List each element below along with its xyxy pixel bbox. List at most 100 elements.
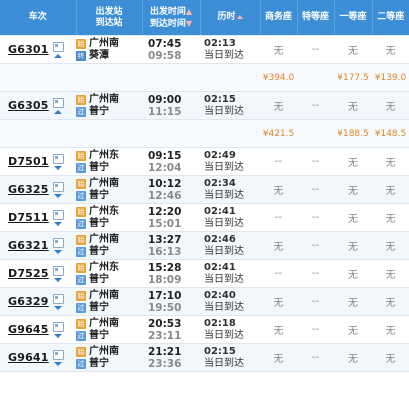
ticket-card-icon[interactable] xyxy=(52,293,64,304)
chevron-up-icon[interactable] xyxy=(54,109,63,114)
seat-special[interactable]: -- xyxy=(297,175,334,204)
ticket-card-icon[interactable] xyxy=(52,181,64,192)
seat-special[interactable]: -- xyxy=(297,287,334,316)
header-times[interactable]: 出发时间▲ 到达时间▼ xyxy=(142,0,201,36)
ticket-card-icon[interactable] xyxy=(52,97,64,108)
seat-first[interactable]: 无 xyxy=(334,203,372,232)
header-stations[interactable]: 出发站 到达站 xyxy=(76,0,143,36)
seat-business[interactable]: 无 xyxy=(260,231,297,260)
ticket-card-icon[interactable] xyxy=(52,237,64,248)
chevron-down-icon[interactable] xyxy=(54,361,63,366)
seat-second[interactable]: 无 xyxy=(372,175,409,204)
seat-first[interactable]: 无 xyxy=(334,259,372,288)
seat-business[interactable]: 无 xyxy=(260,287,297,316)
seat-second[interactable]: 无 xyxy=(372,147,409,176)
train-number-link[interactable]: D7511 xyxy=(8,211,49,224)
train-number-link[interactable]: G6305 xyxy=(8,99,49,112)
train-number-link[interactable]: D7501 xyxy=(8,155,49,168)
to-station: 普宁 xyxy=(89,329,109,341)
train-number-link[interactable]: G9645 xyxy=(8,323,49,336)
train-cell: D7525 xyxy=(0,259,76,288)
seat-special[interactable]: -- xyxy=(297,203,334,232)
seat-second[interactable]: 无 xyxy=(372,259,409,288)
start-station-badge: 始 xyxy=(76,178,86,189)
chevron-down-icon[interactable] xyxy=(54,333,63,338)
arrive-time: 23:36 xyxy=(148,357,182,370)
price-first: ¥177.5 xyxy=(334,63,372,92)
arrive-day: 当日到达 xyxy=(204,105,244,117)
seat-business[interactable]: 无 xyxy=(260,175,297,204)
header-first[interactable]: 一等座 xyxy=(334,0,373,36)
train-number-link[interactable]: G6321 xyxy=(8,239,49,252)
seat-special[interactable]: -- xyxy=(297,35,334,64)
seat-business[interactable]: -- xyxy=(260,147,297,176)
seat-first[interactable]: 无 xyxy=(334,147,372,176)
seat-first[interactable]: 无 xyxy=(334,231,372,260)
ticket-card-icon[interactable] xyxy=(52,349,64,360)
train-number-link[interactable]: G6329 xyxy=(8,295,49,308)
chevron-up-icon[interactable] xyxy=(54,53,63,58)
duration-cell: 02:41 当日到达 xyxy=(200,259,260,288)
seat-special[interactable]: -- xyxy=(297,91,334,120)
seat-second[interactable]: 无 xyxy=(372,343,409,372)
arrive-time: 23:11 xyxy=(148,329,182,342)
ticket-card-icon[interactable] xyxy=(52,41,64,52)
train-number-link[interactable]: G6301 xyxy=(8,43,49,56)
header-train[interactable]: 车次 xyxy=(0,0,77,36)
stations-cell: 始广州东过普宁 xyxy=(76,259,142,288)
seat-business[interactable]: -- xyxy=(260,203,297,232)
ticket-card-icon[interactable] xyxy=(52,153,64,164)
train-cell: G6301 xyxy=(0,35,76,64)
seat-special[interactable]: -- xyxy=(297,147,334,176)
seat-special[interactable]: -- xyxy=(297,231,334,260)
arrive-day: 当日到达 xyxy=(204,357,244,369)
duration-cell: 02:46 当日到达 xyxy=(200,231,260,260)
seat-business[interactable]: 无 xyxy=(260,343,297,372)
train-number-link[interactable]: G6325 xyxy=(8,183,49,196)
chevron-down-icon[interactable] xyxy=(54,193,63,198)
header-business[interactable]: 商务座 xyxy=(260,0,298,36)
header-special[interactable]: 特等座 xyxy=(297,0,335,36)
seat-first[interactable]: 无 xyxy=(334,315,372,344)
ticket-card-icon[interactable] xyxy=(52,321,64,332)
train-number-link[interactable]: G9641 xyxy=(8,351,49,364)
seat-special[interactable]: -- xyxy=(297,315,334,344)
chevron-down-icon[interactable] xyxy=(54,305,63,310)
to-station-badge: 过 xyxy=(76,358,86,369)
seat-second[interactable]: 无 xyxy=(372,91,409,120)
table-header: 车次 出发站 到达站 出发时间▲ 到达时间▼ 历时 商务座 特等座 一等座 二等… xyxy=(0,0,409,36)
seat-business[interactable]: 无 xyxy=(260,91,297,120)
header-duration[interactable]: 历时 xyxy=(200,0,261,36)
seat-business[interactable]: 无 xyxy=(260,315,297,344)
header-second[interactable]: 二等座 xyxy=(372,0,409,36)
seat-special[interactable]: -- xyxy=(297,343,334,372)
seat-first[interactable]: 无 xyxy=(334,35,372,64)
duration-cell: 02:49 当日到达 xyxy=(200,147,260,176)
ticket-card-icon[interactable] xyxy=(52,265,64,276)
seat-second[interactable]: 无 xyxy=(372,35,409,64)
price-row: ¥394.0 ¥177.5 ¥139.0 xyxy=(0,63,409,92)
times-cell: 15:28 18:09 xyxy=(142,259,200,288)
seat-second[interactable]: 无 xyxy=(372,231,409,260)
arrive-day: 当日到达 xyxy=(204,301,244,313)
seat-business[interactable]: -- xyxy=(260,259,297,288)
train-number-link[interactable]: D7525 xyxy=(8,267,49,280)
to-station: 普宁 xyxy=(89,273,109,285)
stations-cell: 始广州南终葵潭 xyxy=(76,35,142,64)
chevron-down-icon[interactable] xyxy=(54,165,63,170)
seat-first[interactable]: 无 xyxy=(334,343,372,372)
seat-second[interactable]: 无 xyxy=(372,315,409,344)
seat-second[interactable]: 无 xyxy=(372,203,409,232)
seat-first[interactable]: 无 xyxy=(334,175,372,204)
seat-first[interactable]: 无 xyxy=(334,91,372,120)
start-station-badge: 始 xyxy=(76,346,86,357)
seat-second[interactable]: 无 xyxy=(372,287,409,316)
chevron-down-icon[interactable] xyxy=(54,277,63,282)
chevron-down-icon[interactable] xyxy=(54,249,63,254)
seat-business[interactable]: 无 xyxy=(260,35,297,64)
seat-special[interactable]: -- xyxy=(297,259,334,288)
from-station: 广州南 xyxy=(89,345,119,357)
ticket-card-icon[interactable] xyxy=(52,209,64,220)
seat-first[interactable]: 无 xyxy=(334,287,372,316)
chevron-down-icon[interactable] xyxy=(54,221,63,226)
